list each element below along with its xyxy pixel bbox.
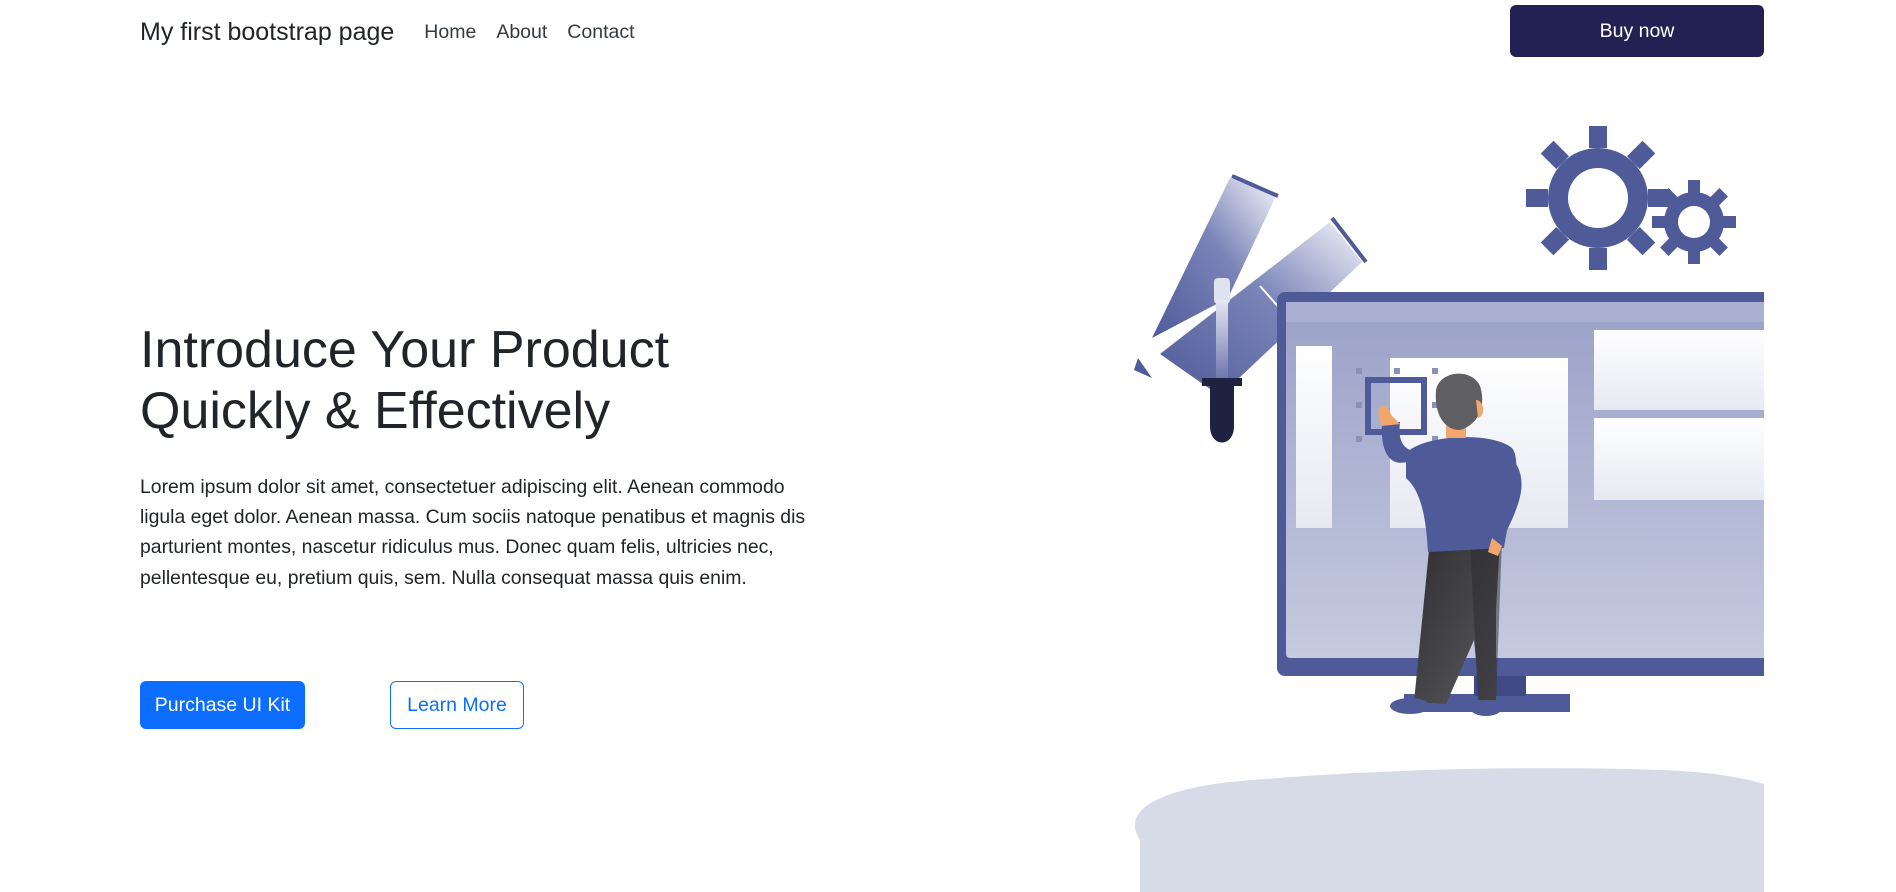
- nav-link-about[interactable]: About: [496, 21, 547, 44]
- page: My first bootstrap page Home About Conta…: [0, 0, 1896, 892]
- hero-title: Introduce Your Product Quickly & Effecti…: [140, 321, 670, 440]
- buy-now-button[interactable]: Buy now: [1510, 5, 1764, 57]
- hero-illustration: [1100, 100, 1764, 892]
- nav-links: Home About Contact: [424, 21, 654, 44]
- nav-link-home[interactable]: Home: [424, 21, 476, 44]
- navbar-brand[interactable]: My first bootstrap page: [140, 18, 394, 47]
- ground-shadow: [1134, 768, 1764, 892]
- monitor-icon: [1277, 292, 1764, 712]
- illustration-svg: [1134, 126, 1764, 892]
- nav-link-contact[interactable]: Contact: [567, 21, 634, 44]
- learn-more-button[interactable]: Learn More: [390, 681, 524, 729]
- purchase-ui-kit-button[interactable]: Purchase UI Kit: [140, 681, 305, 729]
- navbar: My first bootstrap page Home About Conta…: [140, 0, 1764, 64]
- hero-description: Lorem ipsum dolor sit amet, consectetuer…: [140, 476, 806, 589]
- gear-icon: [1526, 126, 1736, 270]
